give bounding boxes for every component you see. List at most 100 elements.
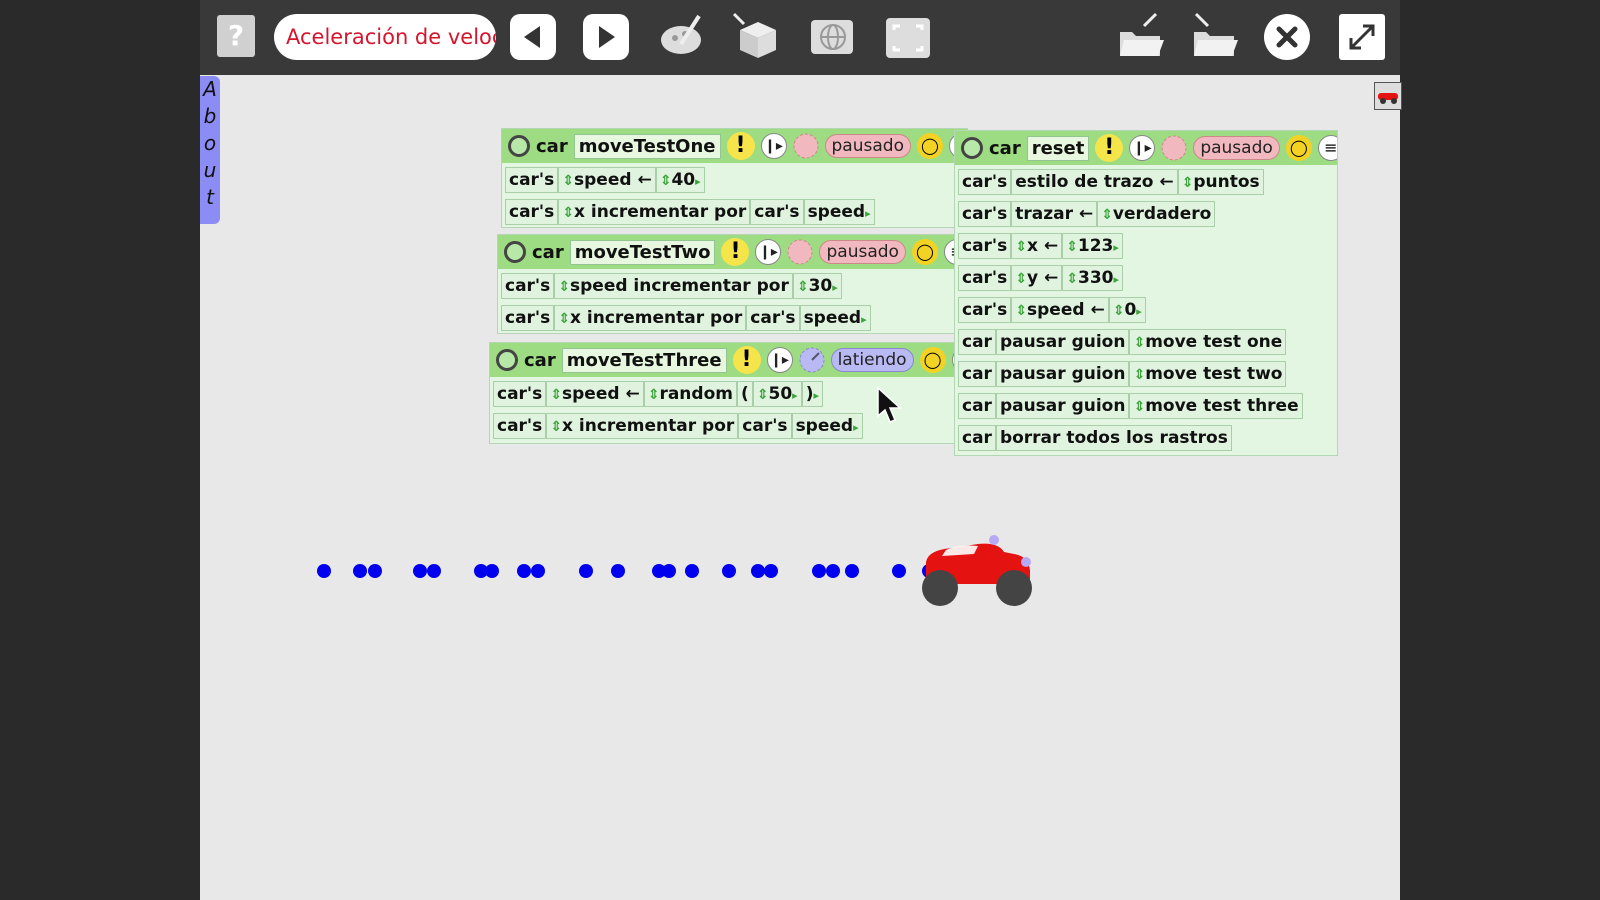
- up-down-arrows-icon[interactable]: ⇕: [1101, 207, 1113, 223]
- up-down-arrows-icon[interactable]: ⇕: [648, 387, 660, 403]
- player-tile[interactable]: car's: [750, 199, 804, 225]
- player-tile[interactable]: car: [958, 425, 996, 451]
- clock-icon[interactable]: [799, 347, 825, 373]
- player-tile[interactable]: car's: [501, 305, 555, 331]
- number-tile[interactable]: 40: [671, 170, 695, 190]
- step-button[interactable]: ❙▸: [760, 133, 787, 159]
- value-tile[interactable]: move test two: [1145, 364, 1282, 384]
- up-down-arrows-icon[interactable]: ⇕: [797, 279, 809, 295]
- script-row[interactable]: car pausar guion ⇕move test three: [955, 391, 1337, 421]
- script-toggle-icon[interactable]: [508, 135, 530, 157]
- right-arrow-icon[interactable]: ▸: [853, 421, 859, 434]
- up-down-arrows-icon[interactable]: ⇕: [1015, 239, 1027, 255]
- script-row[interactable]: car's ⇕speed ← ⇕40▸: [502, 165, 967, 195]
- right-arrow-icon[interactable]: ▸: [861, 313, 867, 326]
- value-tile[interactable]: verdadero: [1113, 204, 1211, 224]
- right-arrow-icon[interactable]: ▸: [695, 175, 701, 188]
- up-down-arrows-icon[interactable]: ⇕: [660, 173, 672, 189]
- value-tile[interactable]: move test one: [1145, 332, 1282, 352]
- right-arrow-icon[interactable]: ▸: [1136, 305, 1142, 318]
- player-tile[interactable]: car's: [738, 413, 792, 439]
- full-screen-world-button[interactable]: [880, 12, 936, 64]
- right-arrow-icon[interactable]: ▸: [832, 281, 838, 294]
- step-button[interactable]: ❙▸: [755, 239, 782, 265]
- script-name[interactable]: moveTestTwo: [569, 239, 716, 265]
- up-down-arrows-icon[interactable]: ⇕: [1066, 271, 1078, 287]
- package-icon[interactable]: ◯: [911, 239, 938, 265]
- script-reset[interactable]: car reset ! ❙▸ pausado ◯ ≡ car's estilo …: [954, 130, 1338, 456]
- script-toggle-icon[interactable]: [504, 241, 526, 263]
- script-status[interactable]: pausado: [819, 240, 906, 264]
- run-once-button[interactable]: !: [732, 346, 761, 374]
- up-down-arrows-icon[interactable]: ⇕: [562, 173, 574, 189]
- up-down-arrows-icon[interactable]: ⇕: [558, 279, 570, 295]
- player-tile[interactable]: car's: [501, 273, 555, 299]
- clock-icon[interactable]: [1161, 135, 1187, 161]
- run-once-button[interactable]: !: [721, 238, 750, 266]
- right-arrow-icon[interactable]: ▸: [865, 207, 871, 220]
- up-down-arrows-icon[interactable]: ⇕: [1133, 399, 1145, 415]
- player-tile[interactable]: car's: [958, 233, 1012, 259]
- car-thumbnail[interactable]: [1374, 82, 1402, 110]
- player-tile[interactable]: car's: [493, 381, 547, 407]
- script-row[interactable]: car's ⇕y ← ⇕330▸: [955, 263, 1337, 293]
- up-down-arrows-icon[interactable]: ⇕: [1182, 175, 1194, 191]
- script-row[interactable]: car's trazar ← ⇕verdadero: [955, 199, 1337, 229]
- player-tile[interactable]: car: [958, 329, 996, 355]
- script-row[interactable]: car pausar guion ⇕move test two: [955, 359, 1337, 389]
- command-tile[interactable]: pausar guion: [995, 361, 1130, 387]
- up-down-arrows-icon[interactable]: ⇕: [550, 419, 562, 435]
- menu-icon[interactable]: ≡: [1317, 135, 1337, 161]
- script-move-test-one[interactable]: car moveTestOne ! ❙▸ pausado ◯ ≡ car's ⇕…: [501, 128, 968, 228]
- previous-page-button[interactable]: [510, 14, 556, 60]
- fullscreen-button[interactable]: [1339, 14, 1385, 60]
- player-tile[interactable]: car's: [505, 167, 559, 193]
- script-row[interactable]: car's estilo de trazo ← ⇕puntos: [955, 167, 1337, 197]
- script-row[interactable]: car pausar guion ⇕move test one: [955, 327, 1337, 357]
- package-icon[interactable]: ◯: [919, 347, 946, 373]
- script-name[interactable]: moveTestOne: [573, 133, 721, 159]
- script-row[interactable]: car borrar todos los rastros: [955, 423, 1337, 453]
- up-down-arrows-icon[interactable]: ⇕: [1066, 239, 1078, 255]
- script-row[interactable]: car's ⇕x incrementar por car's speed▸: [498, 303, 967, 333]
- step-button[interactable]: ❙▸: [766, 347, 793, 373]
- script-name[interactable]: reset: [1026, 135, 1090, 161]
- player-tile[interactable]: car's: [958, 297, 1012, 323]
- number-tile[interactable]: 30: [809, 276, 833, 296]
- player-tile[interactable]: car's: [505, 199, 559, 225]
- help-button[interactable]: ?: [217, 15, 255, 57]
- value-tile[interactable]: move test three: [1145, 396, 1298, 416]
- up-down-arrows-icon[interactable]: ⇕: [1015, 271, 1027, 287]
- script-toggle-icon[interactable]: [961, 137, 983, 159]
- function-tile[interactable]: random: [659, 384, 733, 404]
- car-sprite[interactable]: [918, 532, 1038, 612]
- about-flap[interactable]: A b o u t: [200, 76, 220, 224]
- script-row[interactable]: car's ⇕x incrementar por car's speed▸: [502, 197, 967, 227]
- package-icon[interactable]: ◯: [916, 133, 943, 159]
- script-row[interactable]: car's ⇕speed incrementar por ⇕30▸: [498, 271, 967, 301]
- load-project-button[interactable]: [1114, 10, 1170, 62]
- script-status[interactable]: pausado: [824, 134, 911, 158]
- script-name[interactable]: moveTestThree: [561, 347, 727, 373]
- step-button[interactable]: ❙▸: [1129, 135, 1156, 161]
- right-arrow-icon[interactable]: ▸: [1114, 273, 1120, 286]
- up-down-arrows-icon[interactable]: ⇕: [558, 311, 570, 327]
- close-button[interactable]: [1264, 14, 1310, 60]
- script-move-test-two[interactable]: car moveTestTwo ! ❙▸ pausado ◯ ≡ car's ⇕…: [497, 234, 968, 334]
- right-arrow-icon[interactable]: ▸: [792, 389, 798, 402]
- package-icon[interactable]: ◯: [1285, 135, 1312, 161]
- world-button[interactable]: [805, 10, 861, 62]
- up-down-arrows-icon[interactable]: ⇕: [1133, 335, 1145, 351]
- next-page-button[interactable]: [583, 14, 629, 60]
- command-tile[interactable]: pausar guion: [995, 393, 1130, 419]
- number-tile[interactable]: 0: [1124, 300, 1136, 320]
- script-status[interactable]: pausado: [1193, 136, 1280, 160]
- up-down-arrows-icon[interactable]: ⇕: [550, 387, 562, 403]
- player-tile[interactable]: car: [958, 361, 996, 387]
- right-arrow-icon[interactable]: ▸: [1113, 241, 1119, 254]
- up-down-arrows-icon[interactable]: ⇕: [1113, 303, 1125, 319]
- number-tile[interactable]: 123: [1078, 236, 1114, 256]
- player-tile[interactable]: car: [958, 393, 996, 419]
- save-project-button[interactable]: [1188, 10, 1244, 62]
- up-down-arrows-icon[interactable]: ⇕: [1015, 303, 1027, 319]
